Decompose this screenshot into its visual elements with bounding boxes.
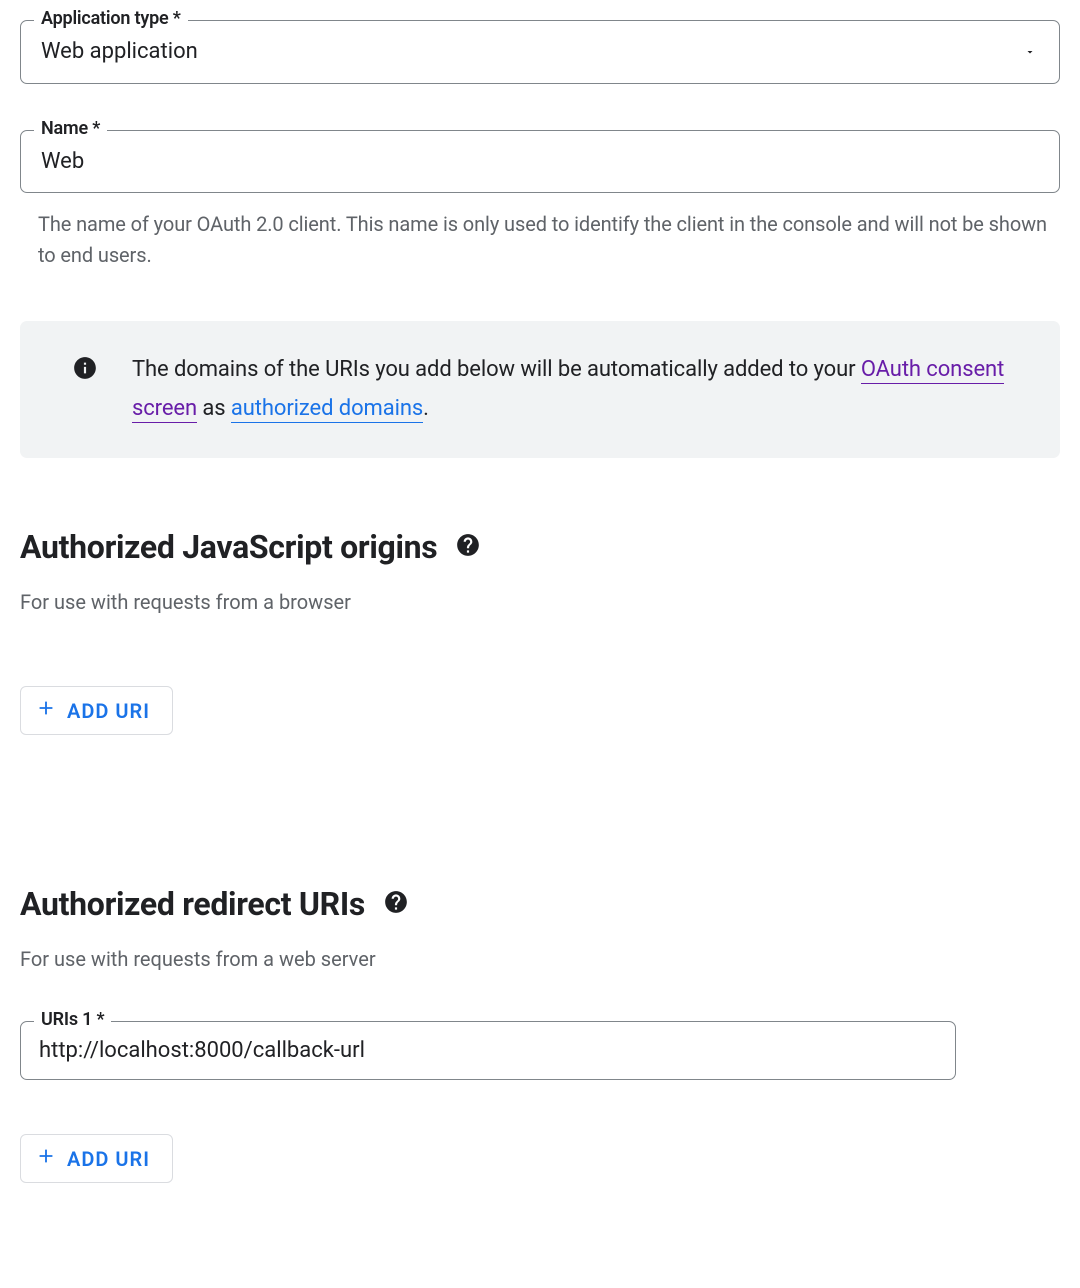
add-uri-label: ADD URI bbox=[67, 1147, 150, 1171]
redirect-uris-subtitle: For use with requests from a web server bbox=[20, 947, 1060, 971]
help-icon[interactable] bbox=[455, 532, 481, 562]
redirect-uri-1-input[interactable] bbox=[39, 1038, 937, 1063]
chevron-down-icon bbox=[1021, 39, 1039, 65]
redirect-uri-1-label: URIs 1 * bbox=[34, 1009, 111, 1030]
name-input[interactable] bbox=[41, 149, 1039, 174]
application-type-label: Application type * bbox=[34, 8, 188, 29]
name-label: Name * bbox=[34, 118, 107, 139]
js-origins-subtitle: For use with requests from a browser bbox=[20, 590, 1060, 614]
application-type-value: Web application bbox=[41, 39, 198, 65]
info-text: The domains of the URIs you add below wi… bbox=[132, 351, 1038, 428]
add-js-origin-button[interactable]: ADD URI bbox=[20, 686, 173, 735]
application-type-field: Application type * Web application bbox=[20, 20, 1060, 84]
application-type-select[interactable]: Web application bbox=[20, 20, 1060, 84]
redirect-uris-title: Authorized redirect URIs bbox=[20, 885, 365, 923]
authorized-domains-link[interactable]: authorized domains bbox=[231, 396, 423, 423]
plus-icon bbox=[35, 1145, 57, 1172]
js-origins-title: Authorized JavaScript origins bbox=[20, 528, 437, 566]
add-uri-label: ADD URI bbox=[67, 699, 150, 723]
help-icon[interactable] bbox=[383, 889, 409, 919]
js-origins-header: Authorized JavaScript origins bbox=[20, 528, 1060, 566]
name-field: Name * bbox=[20, 130, 1060, 193]
redirect-uri-1-field: URIs 1 * bbox=[20, 1021, 956, 1080]
info-banner: The domains of the URIs you add below wi… bbox=[20, 321, 1060, 458]
name-help-text: The name of your OAuth 2.0 client. This … bbox=[38, 209, 1060, 271]
add-redirect-uri-button[interactable]: ADD URI bbox=[20, 1134, 173, 1183]
plus-icon bbox=[35, 697, 57, 724]
redirect-uris-header: Authorized redirect URIs bbox=[20, 885, 1060, 923]
info-icon bbox=[72, 367, 98, 385]
